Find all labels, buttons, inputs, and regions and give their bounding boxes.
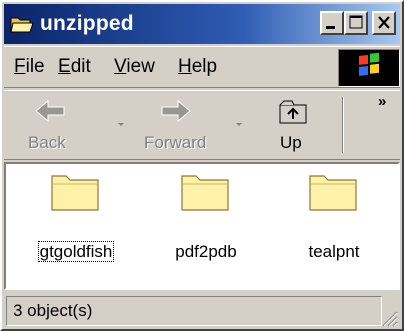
forward-button[interactable]: Forward xyxy=(138,95,234,155)
folder-icon xyxy=(309,175,357,211)
explorer-window: unzipped File Edit View Help Back Forwar… xyxy=(0,0,404,331)
folder-item[interactable]: tealpnt xyxy=(284,170,384,270)
forward-dropdown-icon[interactable] xyxy=(236,123,242,126)
up-folder-icon xyxy=(279,100,307,124)
menu-view[interactable]: View xyxy=(114,56,155,78)
back-button[interactable]: Back xyxy=(18,95,90,155)
minimize-button[interactable] xyxy=(320,11,344,35)
up-button[interactable]: Up xyxy=(266,95,322,155)
folder-item[interactable]: gtgoldfish xyxy=(26,170,126,270)
maximize-button[interactable] xyxy=(344,11,368,35)
menu-bar: File Edit View Help xyxy=(4,46,400,88)
toolbar: Back Forward Up » xyxy=(4,90,400,160)
status-text: 3 object(s) xyxy=(13,301,93,320)
resize-grip-icon[interactable] xyxy=(380,309,398,327)
toolbar-overflow-chevron[interactable]: » xyxy=(378,93,386,110)
windows-logo xyxy=(338,49,400,87)
title-bar[interactable]: unzipped xyxy=(4,4,400,44)
status-panel: 3 object(s) xyxy=(6,296,382,326)
menu-edit[interactable]: Edit xyxy=(58,56,91,78)
folder-label: tealpnt xyxy=(308,242,360,261)
forward-arrow-icon xyxy=(161,99,191,123)
file-view[interactable]: gtgoldfish pdf2pdb tealpnt xyxy=(4,162,400,290)
back-arrow-icon xyxy=(35,99,65,123)
forward-label: Forward xyxy=(144,133,207,152)
window-title: unzipped xyxy=(40,12,134,35)
folder-item[interactable]: pdf2pdb xyxy=(156,170,256,270)
up-label: Up xyxy=(280,133,302,152)
folder-open-icon xyxy=(10,14,34,34)
minimize-icon xyxy=(326,26,335,29)
folder-label: pdf2pdb xyxy=(175,242,237,261)
back-label: Back xyxy=(28,133,66,152)
menu-help[interactable]: Help xyxy=(178,56,217,78)
status-bar: 3 object(s) xyxy=(4,292,400,329)
back-dropdown-icon[interactable] xyxy=(118,123,124,126)
close-button[interactable] xyxy=(372,11,396,35)
menu-file[interactable]: File xyxy=(14,56,45,78)
folder-icon xyxy=(181,175,229,211)
folder-icon xyxy=(51,175,99,211)
folder-label: gtgoldfish xyxy=(37,241,115,262)
close-icon xyxy=(378,16,390,29)
windows-logo-icon xyxy=(359,52,379,76)
maximize-icon xyxy=(349,15,363,29)
toolbar-separator xyxy=(342,97,344,153)
